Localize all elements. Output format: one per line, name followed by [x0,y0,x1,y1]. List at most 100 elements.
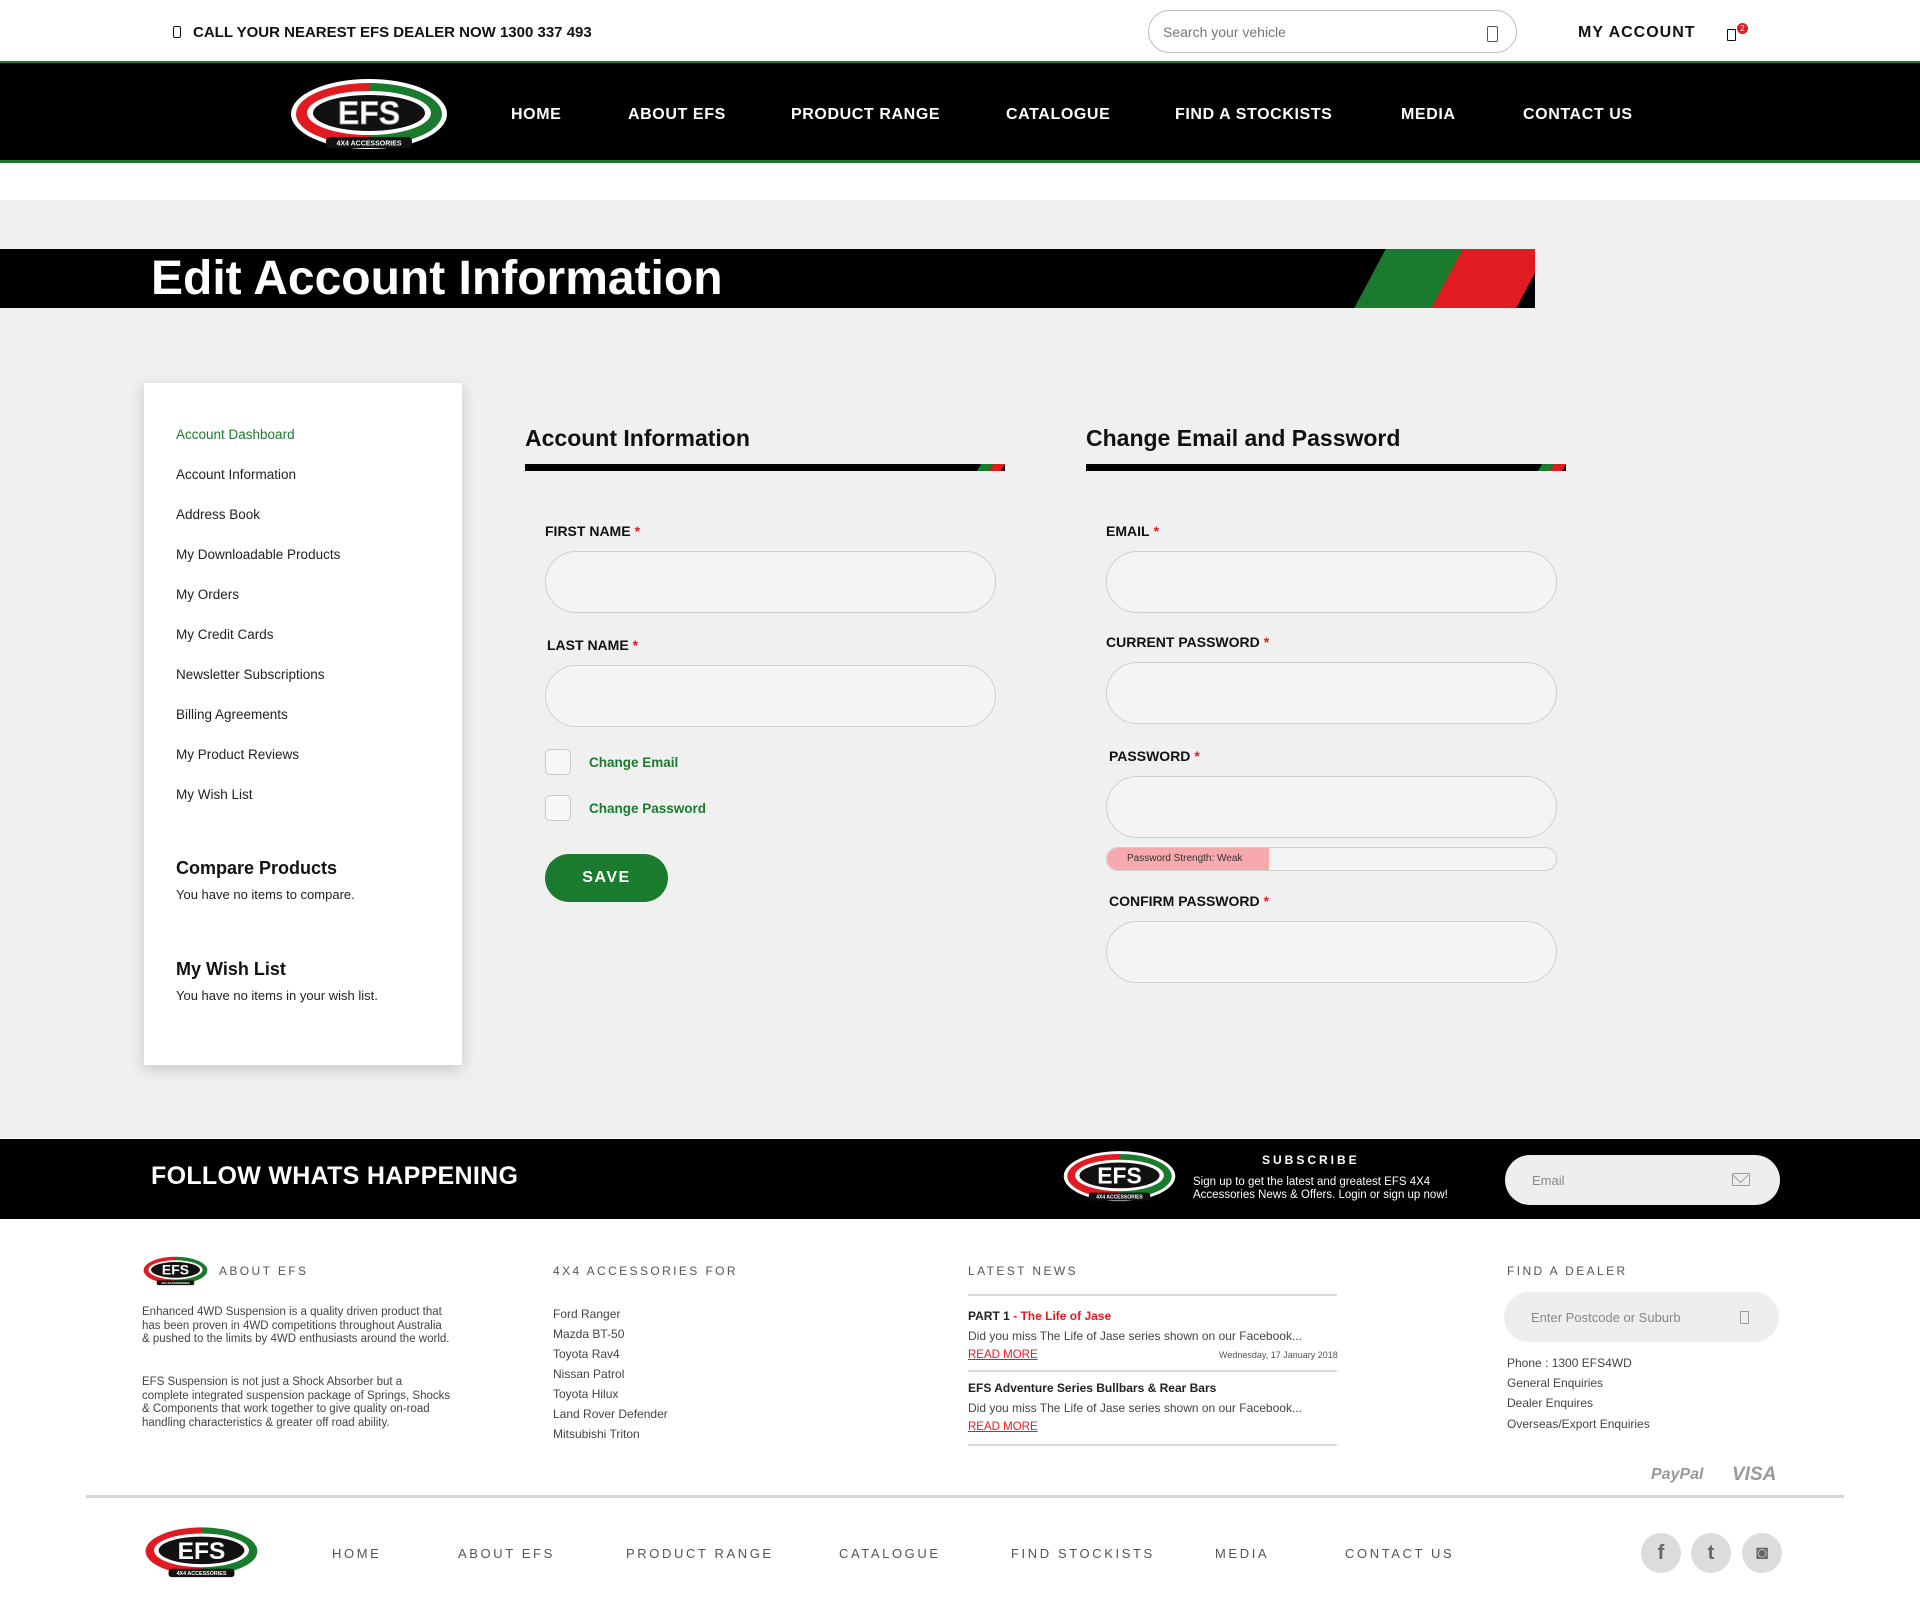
my-account-link[interactable]: MY ACCOUNT [1578,24,1696,42]
about-efs-text-1: Enhanced 4WD Suspension is a quality dri… [142,1306,450,1345]
nav-contact-us[interactable]: CONTACT US [1523,106,1633,124]
efs-logo[interactable]: EFS 4X4 ACCESSORIES [290,78,448,151]
page-title: Edit Account Information [151,252,723,305]
password-field[interactable] [1106,776,1557,838]
news-excerpt: Did you miss The Life of Jase series sho… [968,1401,1302,1415]
sidebar-item-address-book[interactable]: Address Book [176,507,260,522]
vehicle-search-input[interactable] [1163,21,1463,43]
svg-text:EFS: EFS [1097,1162,1142,1188]
news-title[interactable]: PART 1 - The Life of Jase [968,1309,1111,1323]
subscribe-title: SUBSCRIBE [1262,1153,1360,1167]
change-email-checkbox[interactable] [545,749,571,775]
dealer-enquiries-link[interactable]: Dealer Enquires [1507,1396,1593,1410]
sidebar-item-credit-cards[interactable]: My Credit Cards [176,627,274,642]
accessory-link[interactable]: Nissan Patrol [553,1367,624,1381]
confirm-password-label: CONFIRM PASSWORD * [1109,893,1270,909]
footer-nav-media[interactable]: MEDIA [1215,1546,1269,1561]
read-more-link[interactable]: READ MORE [968,1421,1038,1433]
search-icon[interactable] [1487,26,1498,42]
mail-icon[interactable] [1732,1173,1750,1186]
first-name-label: FIRST NAME * [545,523,641,539]
call-text: CALL YOUR NEAREST EFS DEALER NOW 1300 33… [193,24,592,41]
change-password-label[interactable]: Change Password [589,801,706,816]
footer-nav-about-efs[interactable]: ABOUT EFS [458,1546,555,1561]
news-date: Wednesday, 17 January 2018 [1219,1350,1338,1360]
instagram-icon[interactable]: ◙ [1742,1533,1782,1573]
accessory-link[interactable]: Mazda BT-50 [553,1327,624,1341]
sidebar-item-wish-list[interactable]: My Wish List [176,787,253,802]
find-dealer-heading: FIND A DEALER [1507,1264,1628,1278]
newsletter-email-input[interactable] [1532,1169,1732,1191]
sidebar-item-my-orders[interactable]: My Orders [176,587,239,602]
latest-news-heading: LATEST NEWS [968,1264,1078,1278]
news-divider [968,1370,1337,1372]
logo-brand: EFS [338,95,400,131]
section-underline [525,464,1006,471]
footer-nav-product-range[interactable]: PRODUCT RANGE [626,1546,774,1561]
footer-nav-home[interactable]: HOME [332,1546,381,1561]
change-email-label[interactable]: Change Email [589,755,678,770]
cart-icon[interactable] [1727,29,1736,41]
sidebar-item-billing-agreements[interactable]: Billing Agreements [176,707,288,722]
sidebar-item-downloadable-products[interactable]: My Downloadable Products [176,547,340,562]
footer-nav-find-stockists[interactable]: FIND STOCKISTS [1011,1546,1155,1561]
top-bar: CALL YOUR NEAREST EFS DEALER NOW 1300 33… [0,0,1920,63]
news-title[interactable]: EFS Adventure Series Bullbars & Rear Bar… [968,1381,1216,1395]
sidebar-item-newsletter[interactable]: Newsletter Subscriptions [176,667,325,682]
sidebar-item-product-reviews[interactable]: My Product Reviews [176,747,299,762]
save-button[interactable]: SAVE [545,854,668,902]
svg-text:4X4 ACCESSORIES: 4X4 ACCESSORIES [177,1571,227,1577]
accessories-heading: 4X4 ACCESSORIES FOR [553,1264,738,1278]
nav-about-efs[interactable]: ABOUT EFS [628,106,726,124]
newsletter-email [1505,1155,1780,1205]
nav-media[interactable]: MEDIA [1401,106,1456,124]
dealer-phone: Phone : 1300 EFS4WD [1507,1356,1632,1370]
last-name-field[interactable] [545,665,996,727]
nav-product-range[interactable]: PRODUCT RANGE [791,106,940,124]
footer-nav-catalogue[interactable]: CATALOGUE [839,1546,941,1561]
locate-icon[interactable] [1740,1311,1749,1324]
nav-catalogue[interactable]: CATALOGUE [1006,106,1110,124]
change-password-checkbox[interactable] [545,795,571,821]
efs-logo-small: EFS 4X4 ACCESSORIES [1063,1151,1176,1202]
dealer-search-input[interactable] [1531,1306,1731,1328]
svg-text:4X4 ACCESSORIES: 4X4 ACCESSORIES [1096,1195,1143,1201]
confirm-password-field[interactable] [1106,921,1557,983]
footer-nav-contact-us[interactable]: CONTACT US [1345,1546,1454,1561]
twitter-icon[interactable]: t [1691,1533,1731,1573]
efs-logo-bottom[interactable]: EFS 4X4 ACCESSORIES [141,1523,262,1580]
accessory-link[interactable]: Land Rover Defender [553,1407,668,1421]
email-label: EMAIL * [1106,523,1160,539]
section-underline [1086,464,1567,471]
compare-products-text: You have no items to compare. [176,887,355,902]
current-password-field[interactable] [1106,662,1557,724]
general-enquiries-link[interactable]: General Enquiries [1507,1376,1603,1390]
about-efs-heading: ABOUT EFS [219,1264,309,1278]
sidebar-item-account-information[interactable]: Account Information [176,467,296,482]
nav-home[interactable]: HOME [511,106,561,124]
export-enquiries-link[interactable]: Overseas/Export Enquiries [1507,1417,1650,1431]
nav-find-stockists[interactable]: FIND A STOCKISTS [1175,106,1332,124]
account-sidebar: Account Dashboard Account Information Ad… [144,383,462,1065]
vehicle-search [1148,10,1517,53]
news-divider [968,1444,1337,1446]
first-name-field[interactable] [545,551,996,613]
svg-text:4X4 ACCESSORIES: 4X4 ACCESSORIES [161,1281,189,1285]
news-excerpt: Did you miss The Life of Jase series sho… [968,1329,1302,1343]
change-email-password-heading: Change Email and Password [1086,425,1401,451]
password-label: PASSWORD * [1109,748,1200,764]
read-more-link[interactable]: READ MORE [968,1349,1038,1361]
footer-divider [86,1495,1844,1498]
account-information-heading: Account Information [525,425,750,451]
accessory-link[interactable]: Ford Ranger [553,1307,620,1321]
accessory-link[interactable]: Mitsubishi Triton [553,1427,640,1441]
facebook-icon[interactable]: f [1641,1533,1681,1573]
password-strength-meter: Password Strength: Weak [1106,847,1557,871]
email-field[interactable] [1106,551,1557,613]
sidebar-item-account-dashboard[interactable]: Account Dashboard [176,427,295,442]
accessory-link[interactable]: Toyota Rav4 [553,1347,620,1361]
page-title-bar: Edit Account Information [0,249,1535,308]
compare-products-title: Compare Products [176,858,338,878]
accessory-link[interactable]: Toyota Hilux [553,1387,618,1401]
wishlist-title: My Wish List [176,959,286,979]
